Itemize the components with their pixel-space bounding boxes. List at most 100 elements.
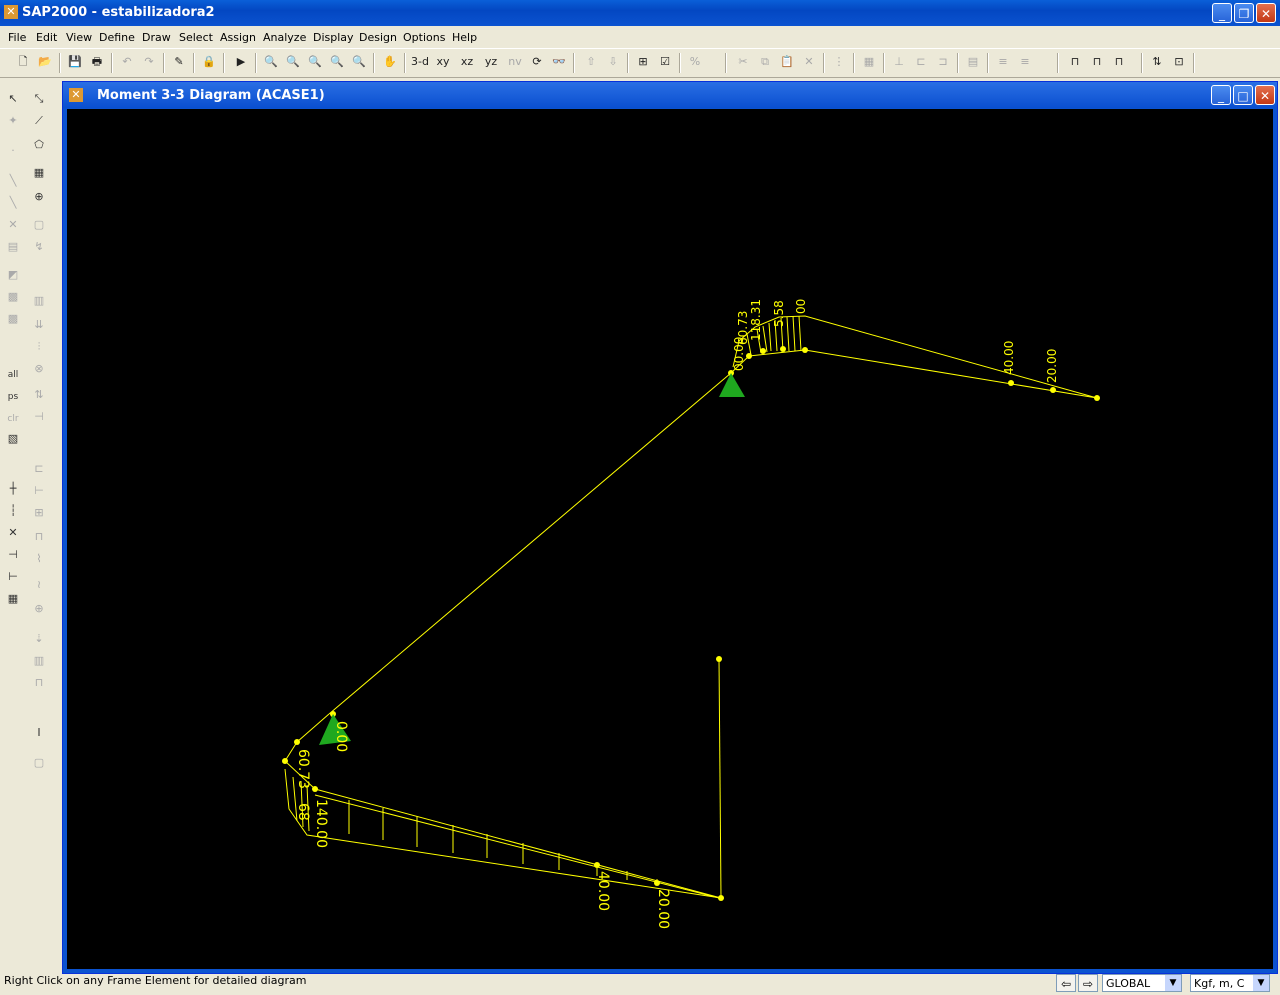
open-folder-icon[interactable]: 📂 (36, 53, 54, 71)
pointer-icon[interactable]: ↖ (4, 90, 22, 108)
clear-select-button[interactable]: clr (4, 410, 22, 428)
menu-design[interactable]: Design (359, 31, 397, 44)
previous-select-button[interactable]: ps (4, 388, 22, 406)
move-down-icon[interactable]: ⇩ (604, 53, 622, 71)
design-check-icon[interactable]: ⊡ (1170, 53, 1188, 71)
perspective-icon[interactable]: 👓 (550, 53, 568, 71)
draw-area-icon[interactable]: ⬠ (30, 136, 48, 154)
print-icon[interactable]: 🖶 (88, 53, 106, 71)
menu-define[interactable]: Define (99, 31, 135, 44)
menu-display[interactable]: Display (313, 31, 354, 44)
percent-icon[interactable]: % (686, 53, 704, 71)
special-joint-icon[interactable]: · (4, 142, 22, 160)
area-mesh-icon[interactable]: ▢ (30, 216, 48, 234)
menu-draw[interactable]: Draw (142, 31, 171, 44)
undo-icon[interactable]: ↶ (118, 53, 136, 71)
units-select[interactable]: Kgf, m, C ▼ (1190, 974, 1270, 992)
snap-fine-grid-icon[interactable]: ▦ (4, 590, 22, 608)
show-stress-icon[interactable]: ⊓ (1110, 53, 1128, 71)
solid-area-icon[interactable]: ▩ (4, 310, 22, 328)
frame-output-icon[interactable]: ⊞ (30, 504, 48, 522)
menu-assign[interactable]: Assign (220, 31, 256, 44)
draw-frame-icon[interactable]: ⟋ (30, 112, 48, 130)
view-xz-button[interactable]: xz (458, 53, 476, 71)
run-analysis-icon[interactable]: ▶ (232, 53, 250, 71)
rotate-view-icon[interactable]: ⟳ (528, 53, 546, 71)
restraint-icon[interactable]: ⊥ (890, 53, 908, 71)
set-elements-icon[interactable]: ⊞ (634, 53, 652, 71)
lock-icon[interactable]: 🔒 (200, 53, 218, 71)
zoom-out-icon[interactable]: 🔍 (350, 53, 368, 71)
diagram-window-titlebar[interactable]: ✕ Moment 3-3 Diagram (ACASE1) _ □ ✕ (63, 82, 1277, 108)
area-load-icon[interactable]: ▥ (30, 652, 48, 670)
plane-icon[interactable]: ▩ (4, 288, 22, 306)
display-options-icon[interactable]: ☑ (656, 53, 674, 71)
select-all-button[interactable]: all (4, 366, 22, 384)
constraint-icon[interactable]: ⇅ (30, 386, 48, 404)
cut-icon[interactable]: ✂ (734, 53, 752, 71)
x-brace-icon[interactable]: ✕ (4, 216, 22, 234)
arrow-right-icon[interactable]: ⇨ (1078, 974, 1098, 992)
redo-icon[interactable]: ↷ (140, 53, 158, 71)
grid-icon[interactable]: ▦ (860, 53, 878, 71)
zoom-restore-icon[interactable]: 🔍 (284, 53, 302, 71)
menu-view[interactable]: View (66, 31, 92, 44)
tendon-icon[interactable]: ⌇ (30, 550, 48, 568)
snap-lines-icon[interactable]: ⊢ (4, 568, 22, 586)
arrow-left-icon[interactable]: ⇦ (1056, 974, 1076, 992)
load-icon[interactable]: ⇊ (30, 316, 48, 334)
snap-ends-icon[interactable]: ┆ (4, 502, 22, 520)
replicate-icon[interactable]: ⋮ (830, 53, 848, 71)
material-icon[interactable]: ⊓ (30, 528, 48, 546)
reshape-icon[interactable]: ⤡ (30, 90, 48, 108)
frame-section-icon[interactable]: ⊏ (912, 53, 930, 71)
section-cut-icon[interactable]: ▤ (4, 238, 22, 256)
snap-intersection-icon[interactable]: ✕ (4, 524, 22, 542)
pencil-icon[interactable]: ✎ (170, 53, 188, 71)
menu-analyze[interactable]: Analyze (263, 31, 306, 44)
move-up-icon[interactable]: ⇧ (582, 53, 600, 71)
show-forces-icon[interactable]: ⊓ (1088, 53, 1106, 71)
menu-options[interactable]: Options (403, 31, 445, 44)
restore-icon[interactable]: ❐ (1234, 3, 1254, 23)
assign-icon[interactable]: ▥ (30, 292, 48, 310)
insertion-point-icon[interactable]: ⊣ (30, 408, 48, 426)
save-icon[interactable]: 💾 (66, 53, 84, 71)
solid-icon[interactable]: ⊕ (30, 188, 48, 206)
end-offset-icon[interactable]: ⊢ (30, 482, 48, 500)
section-designer-icon[interactable]: I (30, 724, 48, 742)
zoom-window-icon[interactable]: 🔍 (262, 53, 280, 71)
design-icon[interactable]: ⇅ (1148, 53, 1166, 71)
menu-file[interactable]: File (8, 31, 26, 44)
shell-icon[interactable]: ◩ (4, 266, 22, 284)
diagram-canvas[interactable]: 00.00 60.73 118.31 5.58 00 40.00 20.00 0… (67, 109, 1273, 969)
link-icon[interactable]: ↯ (30, 238, 48, 256)
brace-icon[interactable]: ╲ (4, 194, 22, 212)
menu-select[interactable]: Select (179, 31, 213, 44)
snap-perpendicular-icon[interactable]: ⊣ (4, 546, 22, 564)
show-deformed-icon[interactable]: ⊓ (1066, 53, 1084, 71)
close-icon[interactable]: ✕ (1256, 3, 1276, 23)
delete-icon[interactable]: ✕ (800, 53, 818, 71)
menu-edit[interactable]: Edit (36, 31, 57, 44)
view-3d-button[interactable]: 3-d (410, 53, 430, 71)
quick-frame-icon[interactable]: ╲ (4, 172, 22, 190)
joint-mass-icon[interactable]: ⊗ (30, 360, 48, 378)
zoom-all-icon[interactable]: 🔍 (306, 53, 324, 71)
menu-help[interactable]: Help (452, 31, 477, 44)
view-xy-button[interactable]: xy (434, 53, 452, 71)
minimize-icon[interactable]: _ (1212, 3, 1232, 23)
cable-icon[interactable]: ≀ (30, 576, 48, 594)
copy-icon[interactable]: ⧉ (756, 53, 774, 71)
area-section-icon[interactable]: ▤ (964, 53, 982, 71)
snap-points-icon[interactable]: ┼ (4, 480, 22, 498)
child-close-icon[interactable]: ✕ (1255, 85, 1275, 105)
frame-load-icon[interactable]: ⇣ (30, 630, 48, 648)
coord-system-select[interactable]: GLOBAL ▼ (1102, 974, 1182, 992)
draw-joint-icon[interactable]: ✦ (4, 112, 22, 130)
joint-loads-icon[interactable]: ≡ (994, 53, 1012, 71)
pan-icon[interactable]: ✋ (381, 53, 399, 71)
hinge-icon[interactable]: ⊕ (30, 600, 48, 618)
intersecting-line-icon[interactable]: ▧ (4, 430, 22, 448)
child-minimize-icon[interactable]: _ (1211, 85, 1231, 105)
